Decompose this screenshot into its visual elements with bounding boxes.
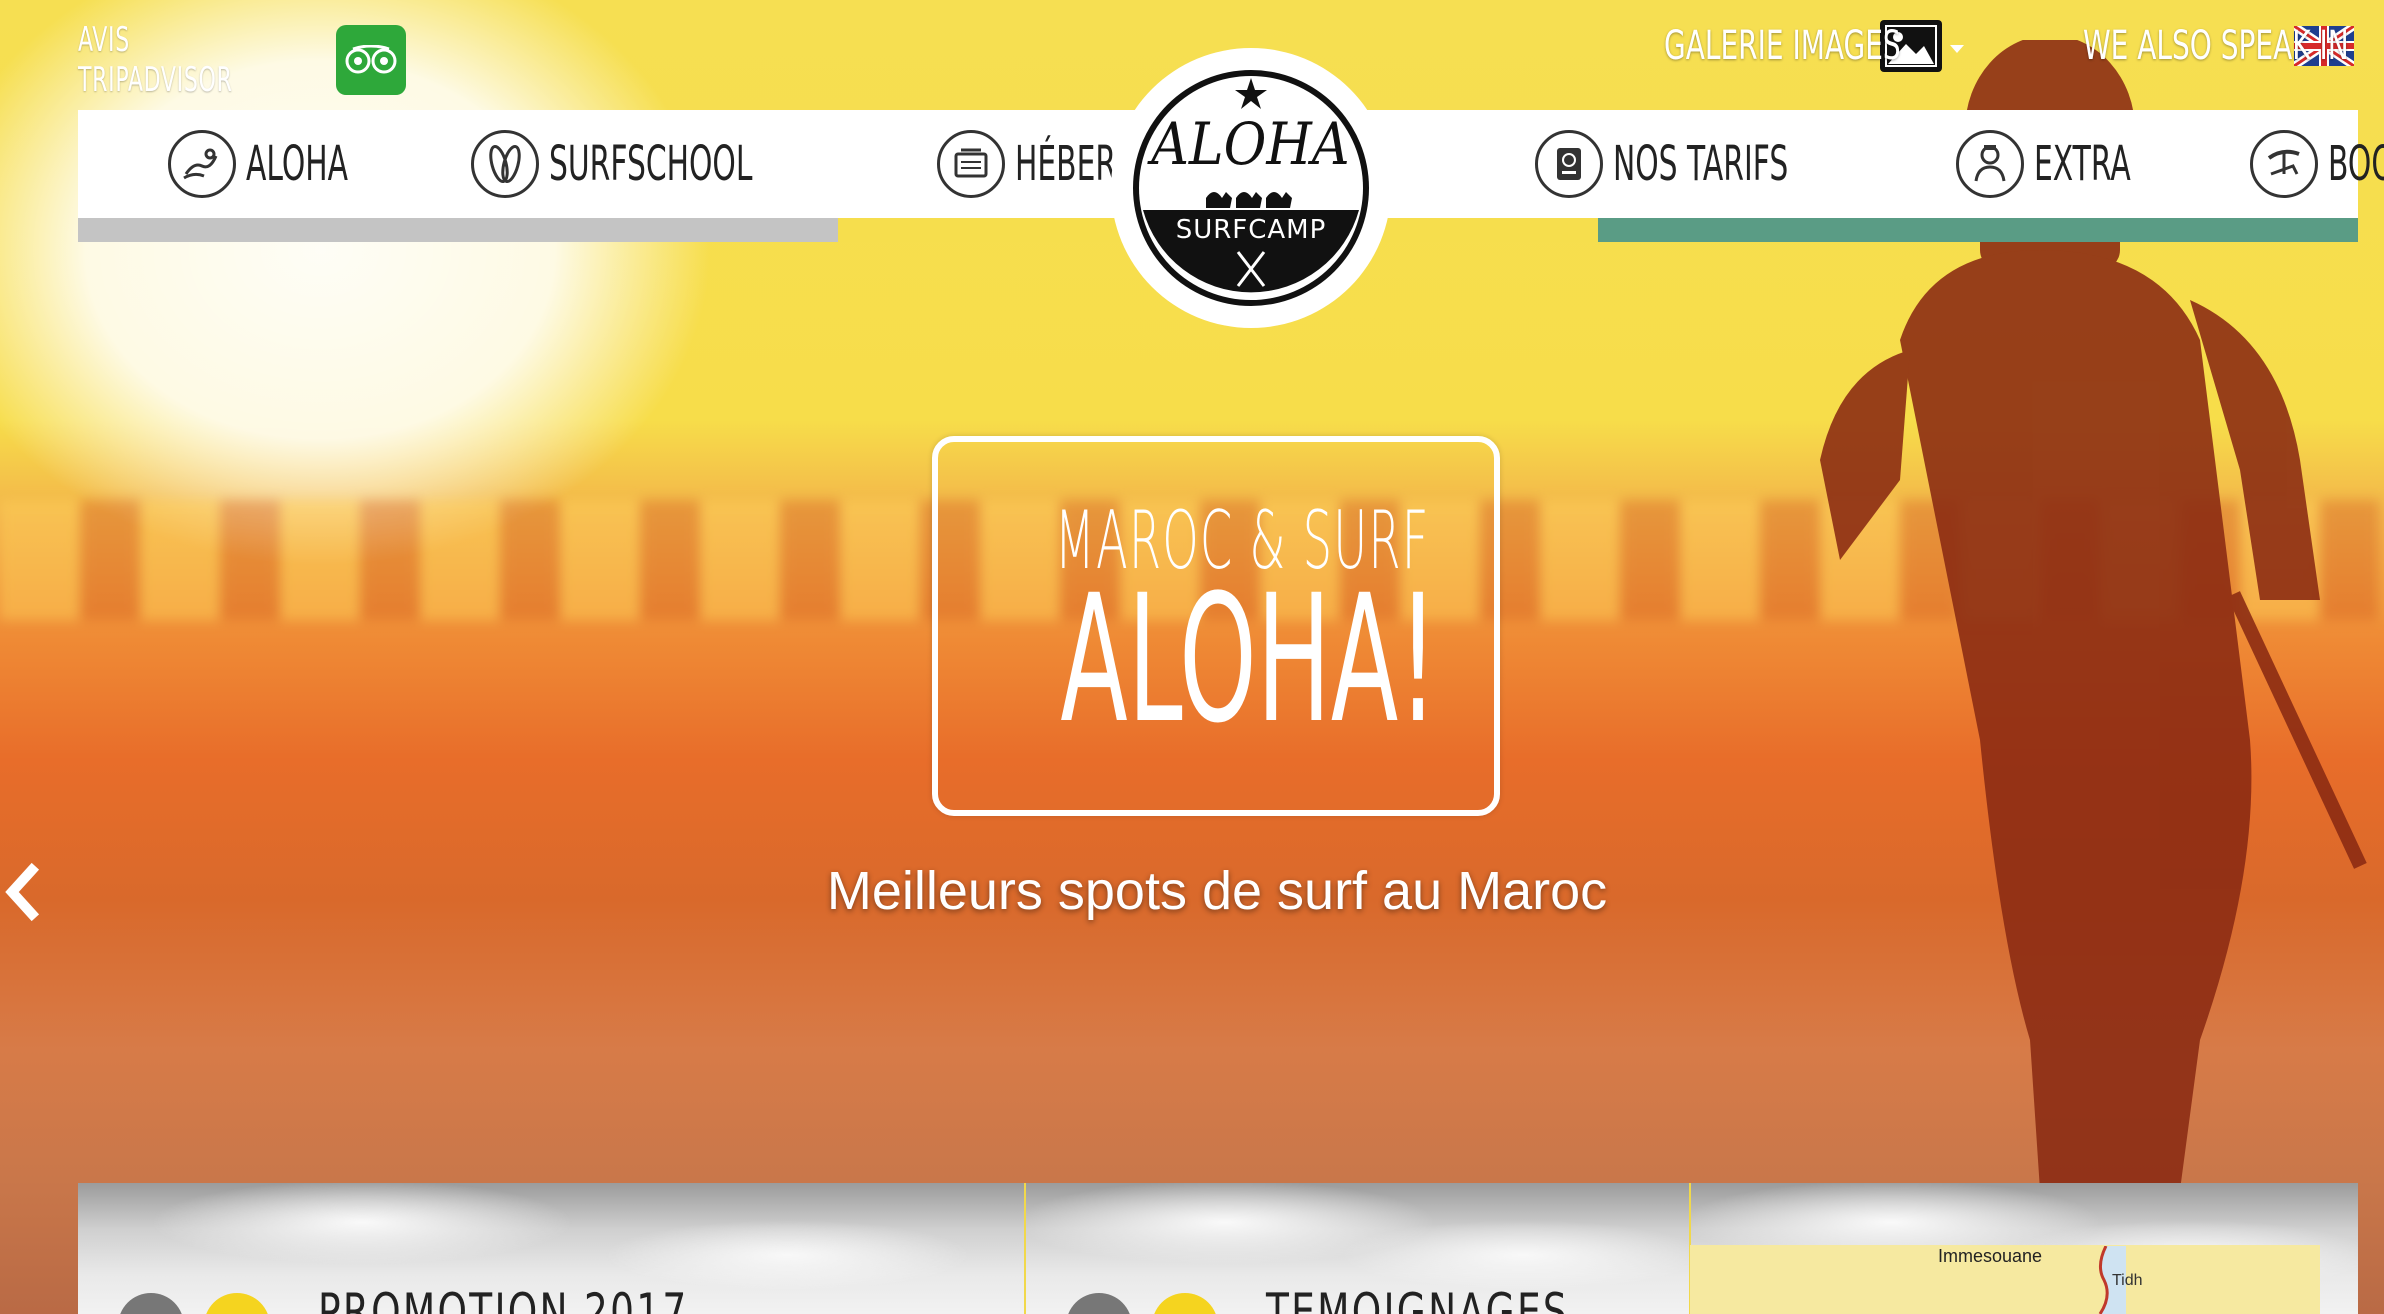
tripadvisor-label: AVIS TRIPADVISOR (78, 20, 233, 100)
nav-item-booking[interactable]: BOOKING (2249, 130, 2384, 198)
map-label-immesouane: Immesouane (1938, 1246, 2043, 1266)
card-promotion[interactable]: PROMOTION 2017 (78, 1183, 1027, 1314)
dot-grey (1066, 1293, 1133, 1314)
carousel-prev-arrow-icon[interactable] (0, 862, 40, 922)
passport-icon (1535, 130, 1603, 198)
card-dots (118, 1293, 270, 1314)
gallery-link[interactable]: GALERIE IMAGES (1664, 23, 1901, 69)
dot-grey (118, 1293, 184, 1314)
nav-stripe-right (1598, 218, 2358, 242)
nav-label-booking: BOOKING (2327, 136, 2384, 192)
surfboards-icon (470, 130, 539, 198)
dot-yellow (1152, 1293, 1219, 1314)
hero-title: ALOHA! (1060, 557, 1438, 762)
nav-label-nos-tarifs: NOS TARIFS (1613, 136, 1789, 192)
hotel-icon (936, 130, 1005, 198)
nav-item-surfschool[interactable]: SURFSCHOOL (470, 130, 877, 198)
nav-item-nos-tarifs[interactable]: NOS TARIFS (1535, 130, 1896, 198)
nav-stripe-left (78, 218, 838, 242)
nav-label-extra: EXTRA (2033, 136, 2131, 192)
beach-chair-icon (2249, 130, 2318, 198)
tripadvisor-owl-icon[interactable] (336, 25, 406, 95)
logo-top-text: ALOHA (1147, 111, 1350, 178)
language-label: WE ALSO SPEAK IN (2083, 23, 2349, 69)
top-right-bar: GALERIE IMAGES WE ALSO SPEAK IN (1586, 18, 2354, 74)
tripadvisor-link[interactable]: AVIS TRIPADVISOR (78, 20, 406, 100)
map-label-tidh: Tidh (2112, 1272, 2143, 1289)
card-title-promotion: PROMOTION 2017 (318, 1283, 689, 1314)
nav-label-surfschool: SURFSCHOOL (548, 136, 753, 192)
card-title-temoignages: TEMOIGNAGES (1266, 1283, 1570, 1314)
chevron-down-icon (1950, 45, 1964, 53)
nav-right-group: NOS TARIFS EXTRA BOOKING (1535, 110, 2384, 218)
nav-label-aloha: ALOHA (246, 136, 349, 192)
card-dots (1066, 1293, 1219, 1314)
dot-yellow (204, 1293, 270, 1314)
card-temoignages[interactable]: TEMOIGNAGES (1026, 1183, 1692, 1314)
aloha-icon (168, 130, 236, 198)
nav-item-aloha[interactable]: ALOHA (168, 130, 411, 198)
hero-tagline: Meilleurs spots de surf au Maroc (826, 861, 1608, 921)
person-icon (1955, 130, 2024, 198)
logo-bottom-text: SURFCAMP (1176, 215, 1327, 245)
nav-item-extra[interactable]: EXTRA (1955, 130, 2190, 198)
aloha-surfcamp-logo[interactable]: ALOHA SURFCAMP (1110, 38, 1392, 338)
hero-title-box: MAROC & SURF ALOHA! (932, 436, 1500, 816)
